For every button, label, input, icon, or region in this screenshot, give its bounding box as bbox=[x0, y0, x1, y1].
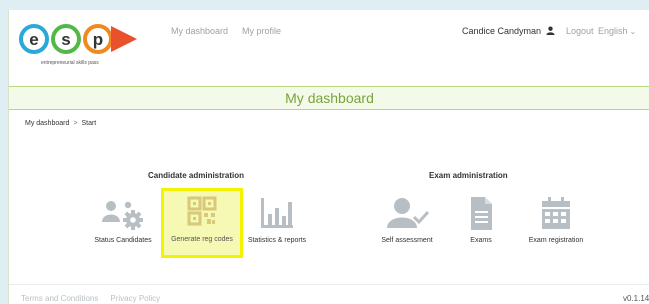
tile-label: Statistics & reports bbox=[247, 237, 307, 244]
exams-tile[interactable]: Exams bbox=[441, 196, 521, 258]
qr-code-icon bbox=[187, 196, 217, 226]
breadcrumb: My dashboard > Start bbox=[25, 120, 96, 127]
exam-registration-tile[interactable]: Exam registration bbox=[516, 196, 596, 258]
language-label: English bbox=[598, 26, 628, 36]
page-title: My dashboard bbox=[285, 90, 374, 106]
calendar-icon bbox=[542, 197, 570, 229]
document-icon bbox=[471, 197, 492, 230]
user-menu[interactable]: Candice Candyman bbox=[462, 26, 555, 36]
privacy-link[interactable]: Privacy Policy bbox=[110, 294, 160, 303]
main-nav: My dashboard My profile bbox=[171, 26, 295, 36]
esp-logo[interactable]: e s p entrepreneurial skills pass bbox=[19, 22, 159, 74]
logo-arrow-icon bbox=[111, 26, 137, 52]
terms-link[interactable]: Terms and Conditions bbox=[21, 294, 98, 303]
page-frame: e s p entrepreneurial skills pass My das… bbox=[8, 10, 649, 304]
candidate-admin-heading: Candidate administration bbox=[148, 171, 245, 180]
bar-chart-icon bbox=[261, 198, 293, 228]
user-check-icon bbox=[387, 198, 430, 228]
self-assessment-tile[interactable]: Self assessment bbox=[367, 196, 447, 258]
page-title-bar: My dashboard bbox=[9, 86, 649, 110]
header: e s p entrepreneurial skills pass My das… bbox=[9, 10, 649, 78]
logout-link[interactable]: Logout bbox=[566, 26, 594, 36]
tile-label: Self assessment bbox=[381, 237, 433, 244]
gears-icon bbox=[102, 201, 143, 230]
user-name: Candice Candyman bbox=[462, 26, 542, 36]
statistics-reports-tile[interactable]: Statistics & reports bbox=[237, 196, 317, 258]
logo-letter-p: p bbox=[83, 24, 113, 54]
logo-tagline: entrepreneurial skills pass bbox=[41, 60, 99, 66]
nav-my-dashboard[interactable]: My dashboard bbox=[171, 26, 228, 36]
breadcrumb-item-start: Start bbox=[81, 120, 97, 127]
exam-admin-heading: Exam administration bbox=[429, 171, 508, 180]
status-candidates-tile[interactable]: Status Candidates bbox=[83, 196, 163, 258]
logo-letter-e: e bbox=[19, 24, 49, 54]
footer: Terms and Conditions Privacy Policy v0.1.… bbox=[9, 292, 649, 304]
breadcrumb-separator: > bbox=[73, 120, 78, 127]
footer-links: Terms and Conditions Privacy Policy bbox=[21, 294, 172, 303]
footer-divider bbox=[9, 284, 649, 285]
breadcrumb-item-dashboard[interactable]: My dashboard bbox=[25, 120, 69, 127]
user-icon bbox=[546, 26, 555, 35]
generate-reg-codes-tile[interactable]: Generate reg codes bbox=[161, 188, 243, 258]
tile-label: Generate reg codes bbox=[171, 236, 233, 243]
tile-label: Exams bbox=[470, 237, 492, 244]
logo-letter-s: s bbox=[51, 24, 81, 54]
chevron-down-icon: ⌄ bbox=[629, 27, 637, 36]
nav-my-profile[interactable]: My profile bbox=[242, 26, 281, 36]
tile-label: Status Candidates bbox=[94, 237, 152, 244]
language-selector[interactable]: English ⌄ bbox=[598, 26, 636, 36]
version-label: v0.1.14 bbox=[623, 294, 649, 303]
tile-label: Exam registration bbox=[528, 237, 584, 244]
